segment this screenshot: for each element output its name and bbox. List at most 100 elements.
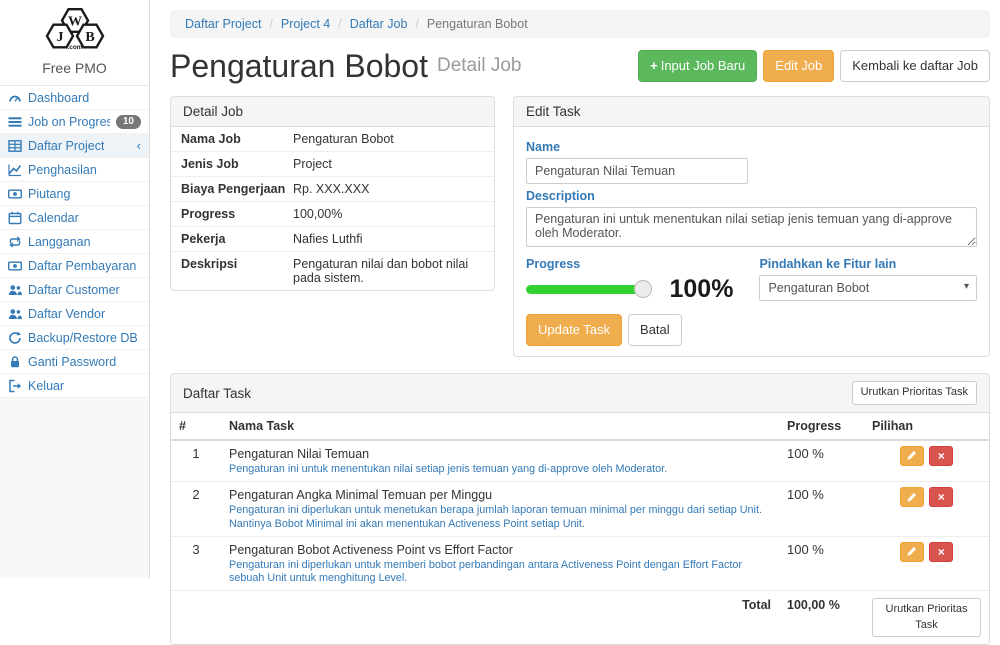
progress-column: Progress 100% — [526, 252, 733, 302]
job-count-badge: 10 — [116, 115, 141, 129]
daftar-task-heading: Daftar Task Urutkan Prioritas Task — [171, 374, 989, 412]
list-icon — [8, 115, 22, 129]
sidebar-item-keluar[interactable]: Keluar — [0, 374, 149, 398]
sidebar-item-langganan[interactable]: Langganan — [0, 230, 149, 254]
sidebar-item-daftar-project[interactable]: Daftar Project ‹ — [0, 134, 149, 158]
progress-slider[interactable] — [526, 285, 644, 294]
total-row: Total 100,00 % Urutkan Prioritas Task — [171, 591, 989, 644]
sidebar-item-job-on-progress[interactable]: Job on Progress 10 — [0, 110, 149, 134]
edit-task-icon-button[interactable] — [900, 446, 924, 466]
task-name-cell: Pengaturan Nilai Temuan Pengaturan ini u… — [221, 440, 779, 482]
breadcrumb-separator: / — [269, 17, 272, 31]
sidebar-item-dashboard[interactable]: Dashboard — [0, 86, 149, 110]
breadcrumb: Daftar Project / Project 4 / Daftar Job … — [170, 10, 990, 38]
delete-task-icon-button[interactable]: × — [929, 487, 953, 507]
app-window: W J B .com Free PMO Dashboard Job on Pro… — [0, 0, 1000, 578]
sidebar-item-label: Job on Progress — [28, 115, 110, 129]
detail-row-progress: Progress 100,00% — [171, 202, 494, 227]
detail-value: Pengaturan nilai dan bobot nilai pada si… — [293, 257, 484, 285]
sidebar-item-backup-restore-db[interactable]: Backup/Restore DB — [0, 326, 149, 350]
detail-row-pekerja: Pekerja Nafies Luthfi — [171, 227, 494, 252]
refresh-icon — [8, 331, 22, 345]
edit-task-heading: Edit Task — [514, 97, 989, 127]
task-progress: 100 % — [779, 440, 864, 482]
task-actions: × — [864, 482, 989, 537]
detail-label: Biaya Pengerjaan — [181, 182, 293, 196]
input-job-baru-label: Input Job Baru — [661, 58, 746, 73]
sidebar-item-label: Daftar Customer — [28, 283, 120, 297]
dashboard-icon — [8, 91, 22, 105]
column-header-num: # — [171, 413, 221, 440]
detail-value: 100,00% — [293, 207, 484, 221]
detail-row-deskripsi: Deskripsi Pengaturan nilai dan bobot nil… — [171, 252, 494, 290]
column-header-pilihan: Pilihan — [864, 413, 989, 440]
edit-task-icon-button[interactable] — [900, 487, 924, 507]
sidebar-item-piutang[interactable]: Piutang — [0, 182, 149, 206]
sidebar-item-daftar-pembayaran[interactable]: Daftar Pembayaran — [0, 254, 149, 278]
task-description-textarea[interactable]: Pengaturan ini untuk menentukan nilai se… — [526, 207, 977, 247]
update-task-button[interactable]: Update Task — [526, 314, 622, 346]
edit-job-button[interactable]: Edit Job — [763, 50, 834, 82]
kembali-ke-daftar-job-button[interactable]: Kembali ke daftar Job — [840, 50, 990, 82]
sidebar-filler — [0, 398, 149, 578]
move-column: Pindahkan ke Fitur lain Pengaturan Bobot… — [759, 252, 977, 302]
detail-job-heading: Detail Job — [171, 97, 494, 127]
line-chart-icon — [8, 163, 22, 177]
breadcrumb-current: Pengaturan Bobot — [427, 17, 528, 31]
sidebar-item-label: Daftar Pembayaran — [28, 259, 136, 273]
urutkan-prioritas-task-button-bottom[interactable]: Urutkan Prioritas Task — [872, 598, 981, 637]
breadcrumb-link-project-4[interactable]: Project 4 — [281, 17, 330, 31]
sidebar-item-calendar[interactable]: Calendar — [0, 206, 149, 230]
batal-button[interactable]: Batal — [628, 314, 682, 346]
detail-row-nama-job: Nama Job Pengaturan Bobot — [171, 127, 494, 152]
column-header-nama-task: Nama Task — [221, 413, 779, 440]
detail-label: Nama Job — [181, 132, 293, 146]
sidebar-item-label: Ganti Password — [28, 355, 116, 369]
pencil-icon — [906, 492, 917, 503]
money-icon — [8, 259, 22, 273]
brand-name: Free PMO — [0, 58, 149, 85]
sidebar-item-ganti-password[interactable]: Ganti Password — [0, 350, 149, 374]
total-label: Total — [221, 591, 779, 644]
lock-icon — [8, 355, 22, 369]
task-actions: × — [864, 536, 989, 591]
table-row: 3 Pengaturan Bobot Activeness Point vs E… — [171, 536, 989, 591]
table-row: 1 Pengaturan Nilai Temuan Pengaturan ini… — [171, 440, 989, 482]
edit-task-body: Name Description Pengaturan ini untuk me… — [514, 127, 989, 356]
move-feature-select[interactable]: Pengaturan Bobot — [759, 275, 977, 301]
sign-out-icon — [8, 379, 22, 393]
urutkan-prioritas-task-button-top[interactable]: Urutkan Prioritas Task — [852, 381, 977, 404]
sidebar-item-penghasilan[interactable]: Penghasilan — [0, 158, 149, 182]
detail-label: Deskripsi — [181, 257, 293, 285]
task-name-input[interactable] — [526, 158, 748, 184]
detail-value: Nafies Luthfi — [293, 232, 484, 246]
total-actions-cell: Urutkan Prioritas Task — [864, 591, 989, 644]
breadcrumb-link-daftar-project[interactable]: Daftar Project — [185, 17, 261, 31]
move-feature-select-wrap: Pengaturan Bobot ▾ — [759, 275, 977, 301]
daftar-task-panel: Daftar Task Urutkan Prioritas Task # Nam… — [170, 373, 990, 645]
sidebar-item-daftar-vendor[interactable]: Daftar Vendor — [0, 302, 149, 326]
slider-handle[interactable] — [634, 280, 652, 298]
brand-logo[interactable]: W J B .com — [0, 0, 149, 58]
jwb-logo-icon: W J B .com — [29, 7, 121, 53]
plus-icon: + — [650, 58, 658, 73]
detail-row-biaya-pengerjaan: Biaya Pengerjaan Rp. XXX.XXX — [171, 177, 494, 202]
page-subtitle: Detail Job — [437, 55, 522, 77]
task-num: 1 — [171, 440, 221, 482]
description-label: Description — [526, 189, 977, 203]
task-description: Pengaturan ini untuk menentukan nilai se… — [229, 463, 771, 476]
delete-task-icon-button[interactable]: × — [929, 542, 953, 562]
delete-task-icon-button[interactable]: × — [929, 446, 953, 466]
task-name: Pengaturan Angka Minimal Temuan per Ming… — [229, 487, 771, 503]
input-job-baru-button[interactable]: +Input Job Baru — [638, 50, 757, 82]
retweet-icon — [8, 235, 22, 249]
detail-label: Jenis Job — [181, 157, 293, 171]
sidebar-item-daftar-customer[interactable]: Daftar Customer — [0, 278, 149, 302]
move-feature-label: Pindahkan ke Fitur lain — [759, 257, 977, 271]
edit-task-icon-button[interactable] — [900, 542, 924, 562]
detail-label: Pekerja — [181, 232, 293, 246]
task-progress: 100 % — [779, 482, 864, 537]
breadcrumb-link-daftar-job[interactable]: Daftar Job — [350, 17, 408, 31]
sidebar-item-label: Daftar Vendor — [28, 307, 105, 321]
task-num: 3 — [171, 536, 221, 591]
